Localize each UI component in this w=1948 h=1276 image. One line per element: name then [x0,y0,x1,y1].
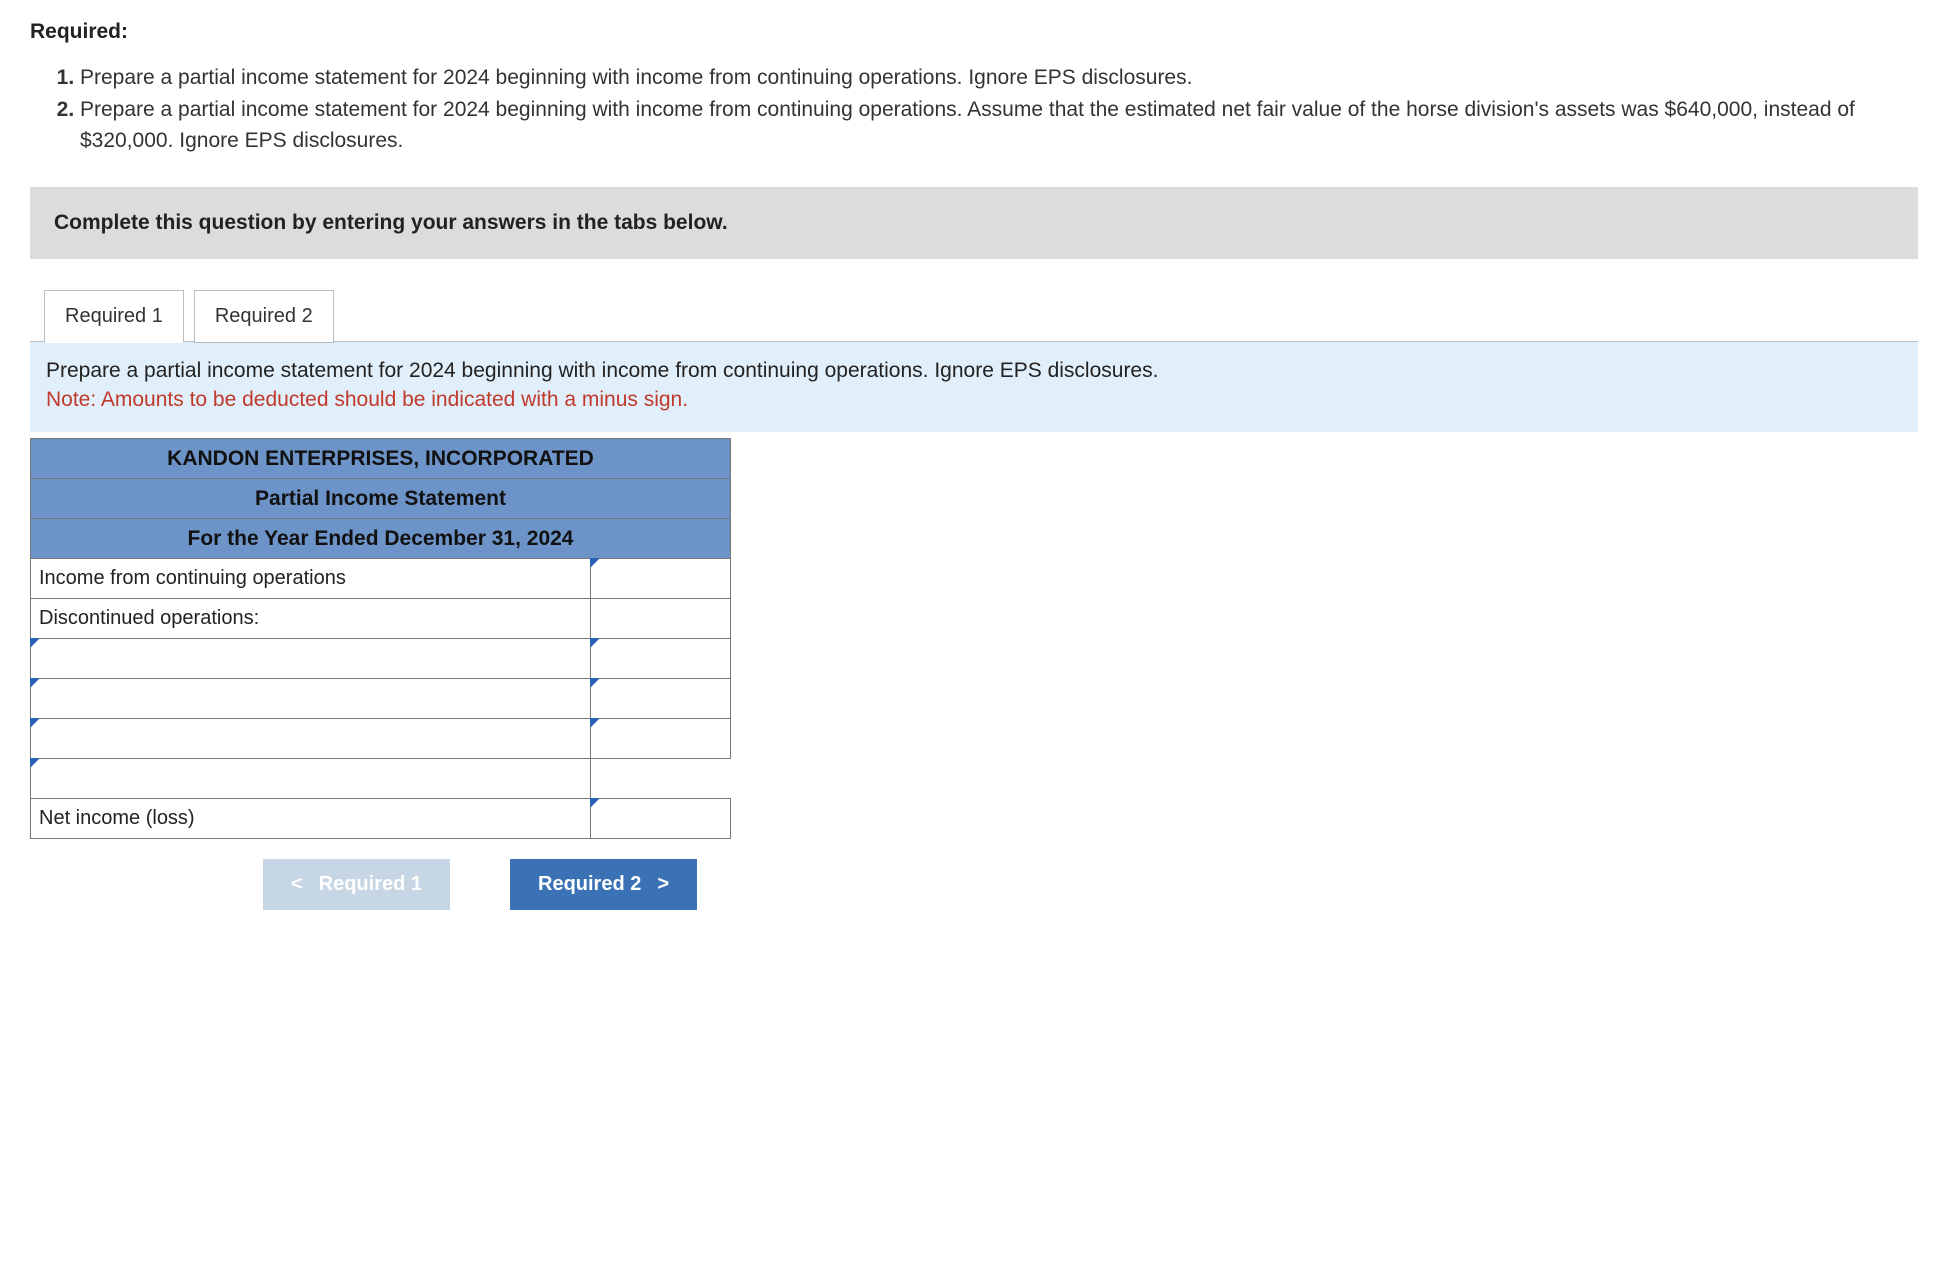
statement-title: Partial Income Statement [31,479,731,519]
table-row: Net income (loss) [31,799,731,839]
required-heading: Required: [30,20,1918,44]
table-row [31,639,731,679]
requirements-list: Prepare a partial income statement for 2… [30,62,1918,157]
row-value-input[interactable] [591,679,731,719]
table-row: Income from continuing operations [31,559,731,599]
row-value-input[interactable] [591,799,731,839]
tab-panel: Prepare a partial income statement for 2… [30,341,1918,433]
row-label: Net income (loss) [31,799,591,839]
tab-required-1[interactable]: Required 1 [44,290,184,343]
table-row [31,759,731,799]
row-label-input[interactable] [31,639,591,679]
statement-company: KANDON ENTERPRISES, INCORPORATED [31,439,731,479]
tab-instruction: Prepare a partial income statement for 2… [46,356,1902,385]
row-value-empty [591,759,731,799]
tabs-row: Required 1 Required 2 [30,289,1918,342]
row-label: Discontinued operations: [31,599,591,639]
row-value-input[interactable] [591,639,731,679]
row-value-input[interactable] [591,559,731,599]
table-row [31,679,731,719]
tab-note: Note: Amounts to be deducted should be i… [46,385,1902,414]
row-label: Income from continuing operations [31,559,591,599]
instruction-bar: Complete this question by entering your … [30,187,1918,259]
row-value [591,599,731,639]
requirement-item: Prepare a partial income statement for 2… [80,94,1918,157]
requirement-item: Prepare a partial income statement for 2… [80,62,1918,94]
row-label-input[interactable] [31,759,591,799]
table-row: Discontinued operations: [31,599,731,639]
row-label-input[interactable] [31,679,591,719]
table-row [31,719,731,759]
row-value-input[interactable] [591,719,731,759]
nav-buttons: < Required 1 Required 2 > [30,859,730,910]
statement-period: For the Year Ended December 31, 2024 [31,519,731,559]
chevron-right-icon: > [657,873,669,896]
next-label: Required 2 [538,873,641,896]
tab-required-2[interactable]: Required 2 [194,290,334,343]
income-statement-table: KANDON ENTERPRISES, INCORPORATED Partial… [30,438,731,839]
next-button[interactable]: Required 2 > [510,859,697,910]
prev-button: < Required 1 [263,859,450,910]
prev-label: Required 1 [319,873,422,896]
row-label-input[interactable] [31,719,591,759]
chevron-left-icon: < [291,873,303,896]
